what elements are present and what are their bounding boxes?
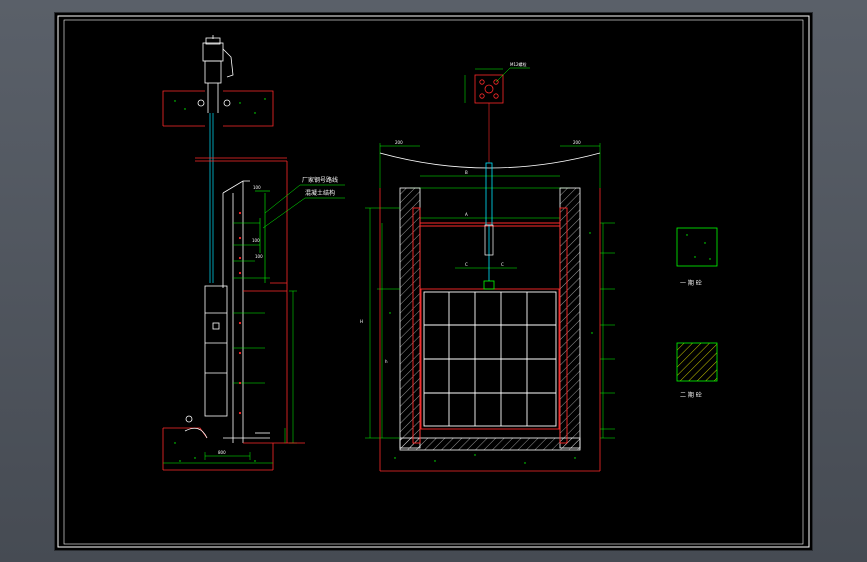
dim-height-total: H bbox=[360, 319, 363, 324]
side-view: 厂家钢号路线 混凝土结构 100 100 100 800 bbox=[162, 35, 345, 471]
dim-right-wall: 200 bbox=[573, 140, 581, 145]
right-wall bbox=[559, 187, 581, 449]
dim-stem-left: C bbox=[465, 262, 468, 267]
side-dim-lower: 100 bbox=[255, 254, 263, 259]
front-stem bbox=[485, 162, 493, 281]
side-base bbox=[162, 427, 305, 471]
side-dim-vertical bbox=[289, 290, 297, 444]
dim-stem-right: C bbox=[501, 262, 504, 267]
side-callout-2: 混凝土结构 bbox=[305, 189, 335, 197]
base-sill bbox=[399, 437, 581, 451]
base-dots bbox=[174, 442, 256, 462]
legend: 一 期 砼 二 期 砼 bbox=[676, 227, 718, 399]
drawing-sheet: 厂家钢号路线 混凝土结构 100 100 100 800 M12螺栓 200 2… bbox=[55, 13, 812, 550]
legend-dots bbox=[686, 234, 711, 260]
drawing-canvas: 厂家钢号路线 混凝土结构 100 100 100 800 M12螺栓 200 2… bbox=[57, 15, 810, 548]
plate-callout: M12螺栓 bbox=[510, 61, 527, 67]
side-dim-upper: 100 bbox=[252, 238, 260, 243]
walkway bbox=[195, 157, 287, 162]
side-sill bbox=[184, 415, 270, 439]
gate-grid bbox=[420, 288, 560, 430]
side-stem bbox=[209, 113, 214, 283]
left-wall bbox=[399, 187, 421, 449]
legend-label-2: 二 期 砼 bbox=[680, 391, 702, 399]
lifting-lug bbox=[483, 280, 495, 290]
side-dim-slot: 100 bbox=[253, 185, 261, 190]
dim-frame-width: A bbox=[465, 212, 468, 217]
side-gate bbox=[204, 285, 228, 417]
ground-line bbox=[379, 152, 601, 169]
front-view: M12螺栓 200 200 B A C C H h bbox=[360, 61, 615, 472]
slab-dots bbox=[174, 98, 266, 114]
dim-clear-span: B bbox=[465, 170, 468, 175]
legend-swatch-2 bbox=[676, 342, 718, 382]
cad-viewport[interactable]: 厂家钢号路线 混凝土结构 100 100 100 800 M12螺栓 200 2… bbox=[0, 0, 867, 562]
front-left-dims bbox=[365, 207, 400, 439]
side-rails bbox=[233, 190, 270, 384]
front-right-dims bbox=[600, 222, 615, 439]
dim-height-gate: h bbox=[385, 359, 388, 364]
side-dim-base: 800 bbox=[218, 450, 226, 455]
legend-label-1: 一 期 砼 bbox=[680, 279, 702, 287]
guide-frames bbox=[412, 207, 568, 444]
side-callout-1: 厂家钢号路线 bbox=[302, 176, 338, 184]
dim-left-wall: 200 bbox=[395, 140, 403, 145]
legend-swatch-1 bbox=[676, 227, 718, 267]
hoist-icon bbox=[197, 35, 234, 113]
